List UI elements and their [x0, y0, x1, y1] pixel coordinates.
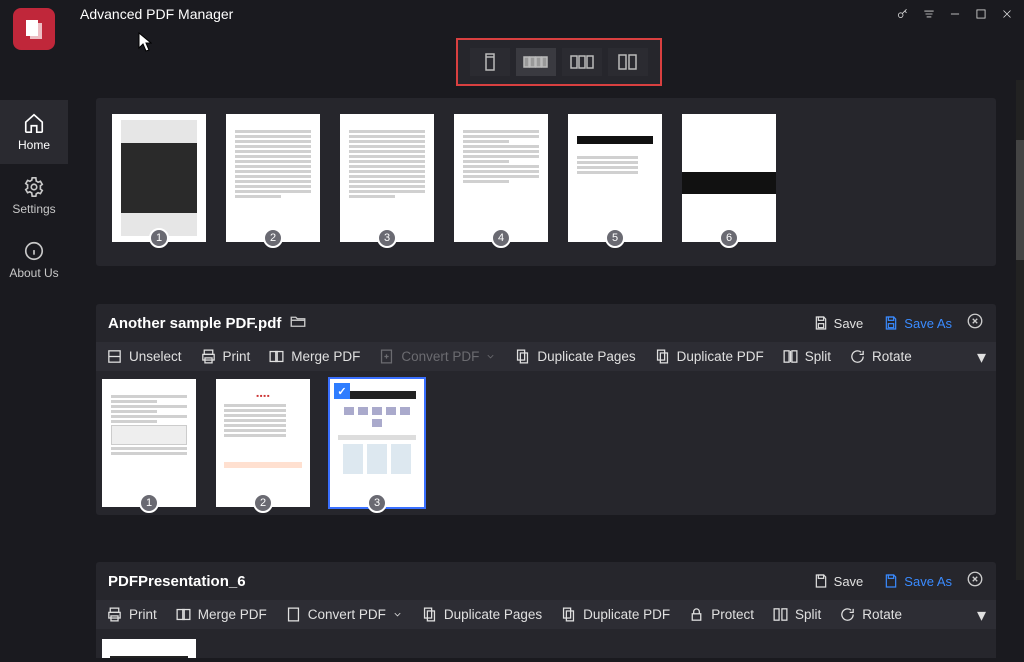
- page-number-badge: 1: [149, 228, 169, 248]
- duplicate-pdf-button[interactable]: Duplicate PDF: [560, 606, 670, 623]
- minimize-button[interactable]: [942, 2, 968, 26]
- menu-icon[interactable]: [916, 2, 942, 26]
- close-button[interactable]: [994, 2, 1020, 26]
- file-group: 1 2 3 4 5 6: [96, 98, 996, 266]
- close-file-icon[interactable]: [966, 312, 984, 334]
- page-thumbnail[interactable]: ■ ■ ■ ■ 2: [216, 379, 310, 507]
- page-number-badge: 2: [253, 493, 273, 513]
- file-group: PDFPresentation_6 Save Save As Print Mer…: [96, 562, 996, 658]
- convert-button[interactable]: Convert PDF: [285, 606, 403, 623]
- sidebar-item-settings[interactable]: Settings: [0, 164, 68, 228]
- page-thumbnail[interactable]: 3: [340, 114, 434, 242]
- page-number-badge: 4: [491, 228, 511, 248]
- file-group-header: PDFPresentation_6 Save Save As: [96, 562, 996, 600]
- page-number-badge: 1: [139, 493, 159, 513]
- key-icon[interactable]: [890, 2, 916, 26]
- page-number-badge: 3: [377, 228, 397, 248]
- maximize-button[interactable]: [968, 2, 994, 26]
- save-button[interactable]: Save: [807, 571, 870, 591]
- duplicate-pages-button[interactable]: Duplicate Pages: [421, 606, 542, 623]
- page-thumbnail[interactable]: 4: [454, 114, 548, 242]
- window-controls: [890, 2, 1020, 26]
- print-button[interactable]: Print: [200, 348, 251, 365]
- page-thumbnail[interactable]: 1: [102, 379, 196, 507]
- sidebar-item-home[interactable]: Home: [0, 100, 68, 164]
- page-number-badge: 5: [605, 228, 625, 248]
- app-logo-icon: [13, 8, 55, 50]
- page-thumbnail[interactable]: [102, 639, 196, 658]
- file-toolbar: Unselect Print Merge PDF Convert PDF Dup…: [96, 342, 996, 371]
- merge-button[interactable]: Merge PDF: [175, 606, 267, 623]
- view-continuous-button[interactable]: [516, 48, 556, 76]
- thumbnail-row: [96, 629, 996, 658]
- print-button[interactable]: Print: [106, 606, 157, 623]
- file-group: Another sample PDF.pdf Save Save As Unse…: [96, 304, 996, 515]
- page-thumbnail[interactable]: 2: [226, 114, 320, 242]
- page-thumbnail[interactable]: 6: [682, 114, 776, 242]
- save-button[interactable]: Save: [807, 313, 870, 333]
- split-button[interactable]: Split: [782, 348, 831, 365]
- protect-button[interactable]: Protect: [688, 606, 754, 623]
- file-group-header: Another sample PDF.pdf Save Save As: [96, 304, 996, 342]
- sidebar-item-about[interactable]: About Us: [0, 228, 68, 292]
- save-as-button[interactable]: Save As: [877, 313, 958, 333]
- toolbar-more-icon[interactable]: ▾: [977, 352, 986, 362]
- page-number-badge: 2: [263, 228, 283, 248]
- sidebar-item-label: Home: [18, 138, 50, 152]
- merge-button[interactable]: Merge PDF: [268, 348, 360, 365]
- page-thumbnail[interactable]: 1: [112, 114, 206, 242]
- check-icon: ✓: [334, 383, 350, 399]
- rotate-button[interactable]: Rotate: [849, 348, 912, 365]
- view-switcher: [456, 38, 662, 86]
- view-single-button[interactable]: [470, 48, 510, 76]
- file-toolbar: Print Merge PDF Convert PDF Duplicate Pa…: [96, 600, 996, 629]
- toolbar-more-icon[interactable]: ▾: [977, 610, 986, 620]
- thumbnail-row: 1 ■ ■ ■ ■ 2 ✓ 3: [96, 371, 996, 515]
- rotate-button[interactable]: Rotate: [839, 606, 902, 623]
- scrollbar-thumb[interactable]: [1016, 140, 1024, 260]
- convert-button[interactable]: Convert PDF: [378, 348, 496, 365]
- save-as-button[interactable]: Save As: [877, 571, 958, 591]
- page-number-badge: 6: [719, 228, 739, 248]
- view-grid2-button[interactable]: [608, 48, 648, 76]
- duplicate-pages-button[interactable]: Duplicate Pages: [514, 348, 635, 365]
- sidebar: Home Settings About Us: [0, 0, 68, 662]
- view-grid4-button[interactable]: [562, 48, 602, 76]
- sidebar-item-label: Settings: [12, 202, 55, 216]
- content-area: 1 2 3 4 5 6: [76, 34, 1014, 658]
- app-title: Advanced PDF Manager: [80, 6, 233, 22]
- page-number-badge: 3: [367, 493, 387, 513]
- file-name: PDFPresentation_6: [108, 573, 246, 590]
- duplicate-pdf-button[interactable]: Duplicate PDF: [654, 348, 764, 365]
- sidebar-item-label: About Us: [9, 266, 58, 280]
- title-bar: Advanced PDF Manager: [0, 0, 1024, 28]
- unselect-button[interactable]: Unselect: [106, 348, 182, 365]
- open-folder-icon[interactable]: [289, 312, 307, 334]
- page-thumbnail[interactable]: ✓ 3: [330, 379, 424, 507]
- file-name: Another sample PDF.pdf: [108, 315, 281, 332]
- split-button[interactable]: Split: [772, 606, 821, 623]
- page-thumbnail[interactable]: 5: [568, 114, 662, 242]
- thumbnail-row: 1 2 3 4 5 6: [106, 106, 986, 250]
- close-file-icon[interactable]: [966, 570, 984, 592]
